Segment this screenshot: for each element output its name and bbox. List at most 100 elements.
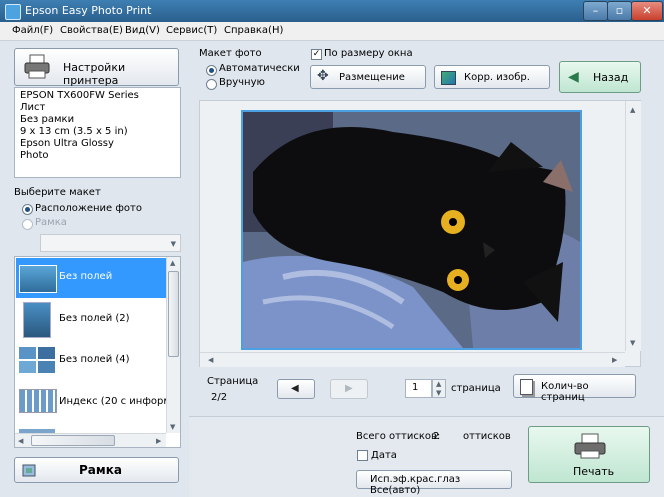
paper-type: Epson Ultra Glossy [20,138,114,149]
pages-count-button[interactable]: Колич-во страниц [513,374,636,403]
prev-page-button[interactable]: ◀ [277,379,315,399]
date-checkbox[interactable] [357,450,368,461]
photo-layout-label: Макет фото [199,48,262,59]
image-correct-icon [441,71,456,85]
page-spinner-value: 1 [412,382,419,393]
window-title: Epson Easy Photo Print [25,4,152,17]
correct-image-label: Корр. изобр. [464,72,530,83]
preview-area: ▲ ▼ ◀ ▶ [199,100,641,367]
page-label: Страница [207,376,259,387]
page-word: страница [451,383,501,394]
menu-view[interactable]: Вид(V) [125,25,160,36]
total-prints-value: 2 [433,431,440,442]
page-spinner-input[interactable]: 1 [405,379,432,398]
layout-heading: Выберите макет [14,187,101,198]
paper-source: Лист [20,102,46,113]
radio-photo-layout-label: Расположение фото [35,203,142,214]
list-item-label: Без полей (2) [59,313,130,324]
scroll-down-icon: ▼ [170,423,176,431]
list-horizontal-scrollbar[interactable]: ◀ ▶ [15,433,166,447]
back-label: Назад [593,71,629,84]
list-vertical-scrollbar[interactable]: ▲ ▼ [166,257,180,433]
menu-properties[interactable]: Свойства(E) [60,25,123,36]
printer-model: EPSON TX600FW Series [20,90,139,101]
list-item-label: Без полей (4) [59,354,130,365]
radio-photo-layout[interactable] [22,204,33,215]
frame-dropdown: ▼ [40,234,181,252]
list-item-label: Без полей [59,271,113,282]
list-item-label: Индекс (20 с информа [59,396,178,407]
printer-icon [574,433,606,459]
list-scroll-thumb[interactable] [168,271,179,357]
placement-button[interactable]: ✥ Размещение [310,65,426,89]
next-arrow-icon: ▶ [345,383,353,394]
thumb-index [19,389,57,413]
back-button[interactable]: ◀ Назад [559,61,641,93]
scroll-up-icon: ▲ [630,106,636,114]
scroll-up-icon: ▲ [170,259,176,267]
red-eye-button[interactable]: Исп.эф.крас.глаз Все(авто) [356,470,512,496]
title-bar: Epson Easy Photo Print – ▫ ✕ [0,0,664,22]
page-value: 2/2 [211,392,228,403]
layout-list: Без полей Без полей (2) Без полей (4) Ин… [14,256,181,448]
scroll-right-icon: ▶ [612,356,618,364]
move-arrows-icon: ✥ [317,68,329,84]
list-hscroll-thumb[interactable] [31,435,115,446]
thumb-part [38,347,55,359]
radio-auto[interactable] [206,65,217,76]
date-label: Дата [371,450,397,461]
printer-settings-button[interactable]: Настройки принтера [14,48,179,87]
paper-size: 9 x 13 cm (3.5 x 5 in) [20,126,128,137]
back-arrow-icon: ◀ [568,69,579,85]
preview-vertical-scrollbar[interactable]: ▲ ▼ [625,101,641,351]
thumb-part [19,347,36,359]
radio-frame-label: Рамка [35,217,67,228]
scroll-left-icon: ◀ [18,437,24,445]
preview-horizontal-scrollbar[interactable]: ◀ ▶ [200,352,625,367]
printer-info-box: EPSON TX600FW Series Лист Без рамки 9 x … [14,87,181,178]
menu-bar: Файл(F) Свойства(E) Вид(V) Сервис(T) Спр… [0,22,664,41]
frame-button[interactable]: Рамка [14,457,179,483]
fit-window-label: По размеру окна [324,48,413,59]
placement-label: Размещение [339,72,405,83]
fit-window-checkbox[interactable]: ✓ [311,49,322,60]
thumb-borderless-2 [23,302,51,338]
scroll-right-icon: ▶ [156,437,162,445]
frame-icon [22,464,36,477]
printer-settings-label: Настройки принтера [63,61,126,87]
thumb-part [19,361,36,373]
cat-photo [243,112,580,348]
total-prints-label: Всего оттисков: [356,431,441,442]
menu-file[interactable]: Файл(F) [12,25,53,36]
menu-help[interactable]: Справка(H) [224,25,283,36]
print-label: Печать [573,465,615,478]
red-eye-label: Исп.эф.крас.глаз Все(авто) [370,474,461,496]
app-icon [5,4,21,20]
radio-auto-label: Автоматически [219,63,300,74]
maximize-button[interactable]: ▫ [607,1,632,21]
photo-preview[interactable] [241,110,582,350]
prev-arrow-icon: ◀ [291,383,299,394]
correct-image-button[interactable]: Корр. изобр. [434,65,550,89]
thumb-borderless [19,265,57,293]
page-spinner-arrows[interactable]: ▲ ▼ [432,379,446,398]
frame-button-label: Рамка [79,463,122,477]
print-button[interactable]: Печать [528,426,650,483]
spin-down-icon: ▼ [436,389,442,397]
paper-type-2: Photo [20,150,49,161]
printer-icon [24,54,50,79]
spin-up-icon: ▲ [436,380,442,388]
menu-tools[interactable]: Сервис(T) [166,25,217,36]
scroll-left-icon: ◀ [208,356,214,364]
thumb-part [38,361,55,373]
radio-manual-label: Вручную [219,77,265,88]
minimize-button[interactable]: – [583,1,608,21]
scroll-down-icon: ▼ [630,339,636,347]
radio-manual[interactable] [206,79,217,90]
chevron-down-icon: ▼ [170,240,176,248]
close-button[interactable]: ✕ [631,1,663,21]
next-page-button: ▶ [330,379,368,399]
app-window: Epson Easy Photo Print – ▫ ✕ Файл(F) Сво… [0,0,664,497]
radio-frame [22,219,33,230]
pages-count-label: Колич-во страниц [541,381,589,403]
